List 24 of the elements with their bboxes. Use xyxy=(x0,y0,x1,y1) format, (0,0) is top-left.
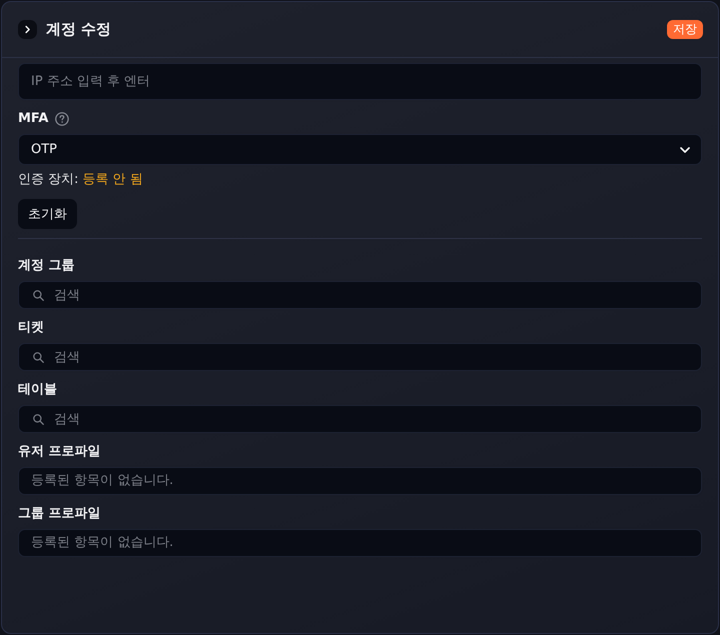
field-label: 그룹 프로파일 xyxy=(18,505,101,523)
device-label: 인증 장치: xyxy=(18,171,79,189)
device-status: 등록 안 됨 xyxy=(82,171,143,189)
field-label: 계정 그룹 xyxy=(18,257,75,275)
empty-list-box: 등록된 항목이 없습니다. xyxy=(18,467,702,495)
field-label: 유저 프로파일 xyxy=(18,443,101,461)
panel-title: 계정 수정 xyxy=(46,20,112,39)
field-label: MFA xyxy=(18,110,48,128)
search-icon xyxy=(33,352,44,363)
search-icon xyxy=(33,414,44,425)
field-label: 티켓 xyxy=(18,319,44,337)
mfa-select[interactable]: OTP xyxy=(18,134,702,165)
help-icon[interactable] xyxy=(55,112,70,126)
ip-address-field[interactable]: IP 주소 입력 후 엔터 xyxy=(18,63,702,100)
search-field[interactable]: 검색 xyxy=(18,343,702,371)
field-label: 테이블 xyxy=(18,381,57,399)
expand-button[interactable] xyxy=(18,20,37,39)
chevron-right-icon xyxy=(24,25,30,34)
chevron-down-icon xyxy=(680,146,690,152)
search-field[interactable]: 검색 xyxy=(18,405,702,433)
reset-button[interactable]: 초기화 xyxy=(18,199,77,229)
empty-list-box: 등록된 항목이 없습니다. xyxy=(18,529,702,557)
search-field[interactable]: 검색 xyxy=(18,281,702,309)
search-icon xyxy=(33,290,44,301)
